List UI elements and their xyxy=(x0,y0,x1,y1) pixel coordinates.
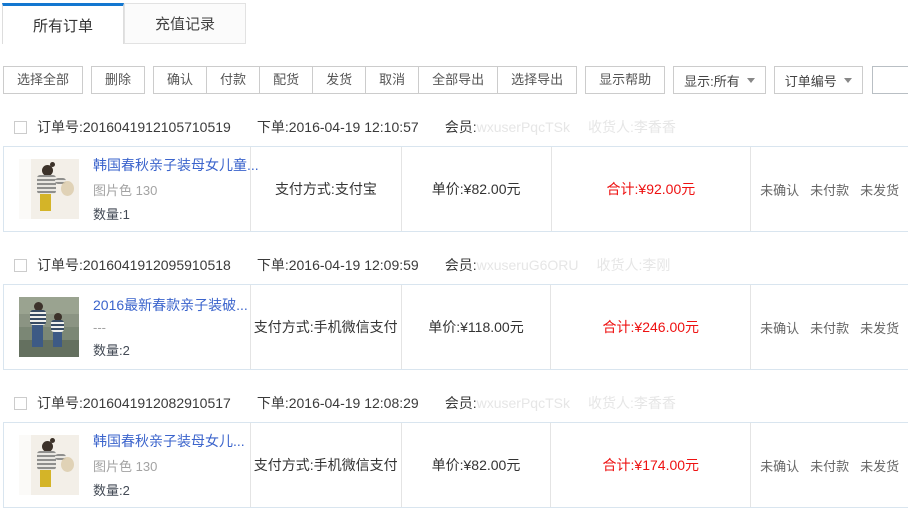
order-card: 2016最新春款亲子装破... --- 数量:2 支付方式:手机微信支付 单价:… xyxy=(3,284,908,370)
status-unshipped: 未发货 xyxy=(860,318,899,337)
product-cell: 韩国春秋亲子装母女儿... 图片色 130 数量:2 xyxy=(4,423,250,507)
status-unpaid: 未付款 xyxy=(810,318,849,337)
product-thumbnail[interactable] xyxy=(19,435,79,495)
product-name-link[interactable]: 2016最新春款亲子装破... xyxy=(93,295,248,315)
pay-button[interactable]: 付款 xyxy=(206,66,260,94)
export-selected-button[interactable]: 选择导出 xyxy=(497,66,577,94)
status-cell: 未确认 未付款 未发货 xyxy=(750,285,908,369)
status-cell: 未确认 未付款 未发货 xyxy=(750,147,908,231)
product-quantity: 数量:2 xyxy=(93,480,245,499)
order-placed-time: 下单:2016-04-19 12:08:29 xyxy=(257,393,419,413)
payment-method: 支付方式:支付宝 xyxy=(250,147,401,231)
order-search-input[interactable] xyxy=(872,66,908,94)
order-member: 会员:wxuserPqcTSk收货人:李香香 xyxy=(445,117,676,137)
order-no: 订单号:2016041912082910517 xyxy=(37,393,231,413)
status-unpaid: 未付款 xyxy=(810,456,849,475)
order-management-page: 所有订单 充值记录 选择全部 删除 确认 付款 配货 发货 取消 全部导出 选择… xyxy=(0,0,908,512)
export-all-button[interactable]: 全部导出 xyxy=(418,66,498,94)
product-variant: --- xyxy=(93,320,248,335)
order-header: 订单号:2016041912095910518 下单:2016-04-19 12… xyxy=(3,250,908,280)
order-checkbox[interactable] xyxy=(14,259,27,272)
product-cell: 2016最新春款亲子装破... --- 数量:2 xyxy=(4,285,250,369)
order-no: 订单号:2016041912105710519 xyxy=(37,117,231,137)
search-type-label: 订单编号 xyxy=(785,71,837,90)
tab-all-orders[interactable]: 所有订单 xyxy=(2,3,124,44)
tab-recharge-records[interactable]: 充值记录 xyxy=(124,3,246,44)
delete-button[interactable]: 删除 xyxy=(91,66,145,94)
order-total: 合计:¥246.00元 xyxy=(550,285,750,369)
tab-bar: 所有订单 充值记录 xyxy=(2,3,246,44)
status-unshipped: 未发货 xyxy=(860,180,899,199)
order-receiver: 收货人:李刚 xyxy=(597,257,671,273)
order-checkbox[interactable] xyxy=(14,121,27,134)
order-card: 韩国春秋亲子装母女儿... 图片色 130 数量:2 支付方式:手机微信支付 单… xyxy=(3,422,908,508)
cancel-button[interactable]: 取消 xyxy=(365,66,419,94)
product-thumbnail[interactable] xyxy=(19,297,79,357)
product-name-link[interactable]: 韩国春秋亲子装母女儿... xyxy=(93,431,245,451)
product-variant: 图片色 130 xyxy=(93,456,245,475)
payment-method: 支付方式:手机微信支付 xyxy=(250,285,401,369)
status-unpaid: 未付款 xyxy=(810,180,849,199)
status-unconfirmed: 未确认 xyxy=(760,180,799,199)
status-unconfirmed: 未确认 xyxy=(760,456,799,475)
toolbar-right: 显示:所有 订单编号 xyxy=(665,66,908,94)
order-member: 会员:wxuseruG6ORU收货人:李刚 xyxy=(445,255,671,275)
order-placed-time: 下单:2016-04-19 12:10:57 xyxy=(257,117,419,137)
status-unconfirmed: 未确认 xyxy=(760,318,799,337)
allocate-button[interactable]: 配货 xyxy=(259,66,313,94)
status-cell: 未确认 未付款 未发货 xyxy=(750,423,908,507)
unit-price: 单价:¥82.00元 xyxy=(401,423,551,507)
unit-price: 单价:¥118.00元 xyxy=(401,285,551,369)
product-quantity: 数量:1 xyxy=(93,204,259,223)
toolbar: 选择全部 删除 确认 付款 配货 发货 取消 全部导出 选择导出 显示帮助 显示… xyxy=(3,66,908,94)
action-button-group: 确认 付款 配货 发货 取消 全部导出 选择导出 xyxy=(153,66,577,94)
chevron-down-icon xyxy=(844,78,852,83)
order-card: 韩国春秋亲子装母女儿童... 图片色 130 数量:1 支付方式:支付宝 单价:… xyxy=(3,146,908,232)
show-help-button[interactable]: 显示帮助 xyxy=(585,66,665,94)
show-filter-dropdown[interactable]: 显示:所有 xyxy=(673,66,766,94)
order-total: 合计:¥92.00元 xyxy=(551,147,751,231)
order-header: 订单号:2016041912082910517 下单:2016-04-19 12… xyxy=(3,388,908,418)
product-quantity: 数量:2 xyxy=(93,340,248,359)
order-receiver: 收货人:李香香 xyxy=(588,395,676,411)
confirm-button[interactable]: 确认 xyxy=(153,66,207,94)
product-variant: 图片色 130 xyxy=(93,180,259,199)
ship-button[interactable]: 发货 xyxy=(312,66,366,94)
unit-price: 单价:¥82.00元 xyxy=(401,147,551,231)
order-header: 订单号:2016041912105710519 下单:2016-04-19 12… xyxy=(3,112,908,142)
order-placed-time: 下单:2016-04-19 12:09:59 xyxy=(257,255,419,275)
status-unshipped: 未发货 xyxy=(860,456,899,475)
search-type-dropdown[interactable]: 订单编号 xyxy=(774,66,863,94)
order-receiver: 收货人:李香香 xyxy=(588,119,676,135)
product-name-link[interactable]: 韩国春秋亲子装母女儿童... xyxy=(93,155,259,175)
payment-method: 支付方式:手机微信支付 xyxy=(250,423,401,507)
show-filter-label: 显示:所有 xyxy=(684,71,740,90)
order-total: 合计:¥174.00元 xyxy=(550,423,750,507)
select-all-button[interactable]: 选择全部 xyxy=(3,66,83,94)
order-checkbox[interactable] xyxy=(14,397,27,410)
chevron-down-icon xyxy=(747,78,755,83)
product-cell: 韩国春秋亲子装母女儿童... 图片色 130 数量:1 xyxy=(4,147,250,231)
order-no: 订单号:2016041912095910518 xyxy=(37,255,231,275)
product-thumbnail[interactable] xyxy=(19,159,79,219)
order-member: 会员:wxuserPqcTSk收货人:李香香 xyxy=(445,393,676,413)
